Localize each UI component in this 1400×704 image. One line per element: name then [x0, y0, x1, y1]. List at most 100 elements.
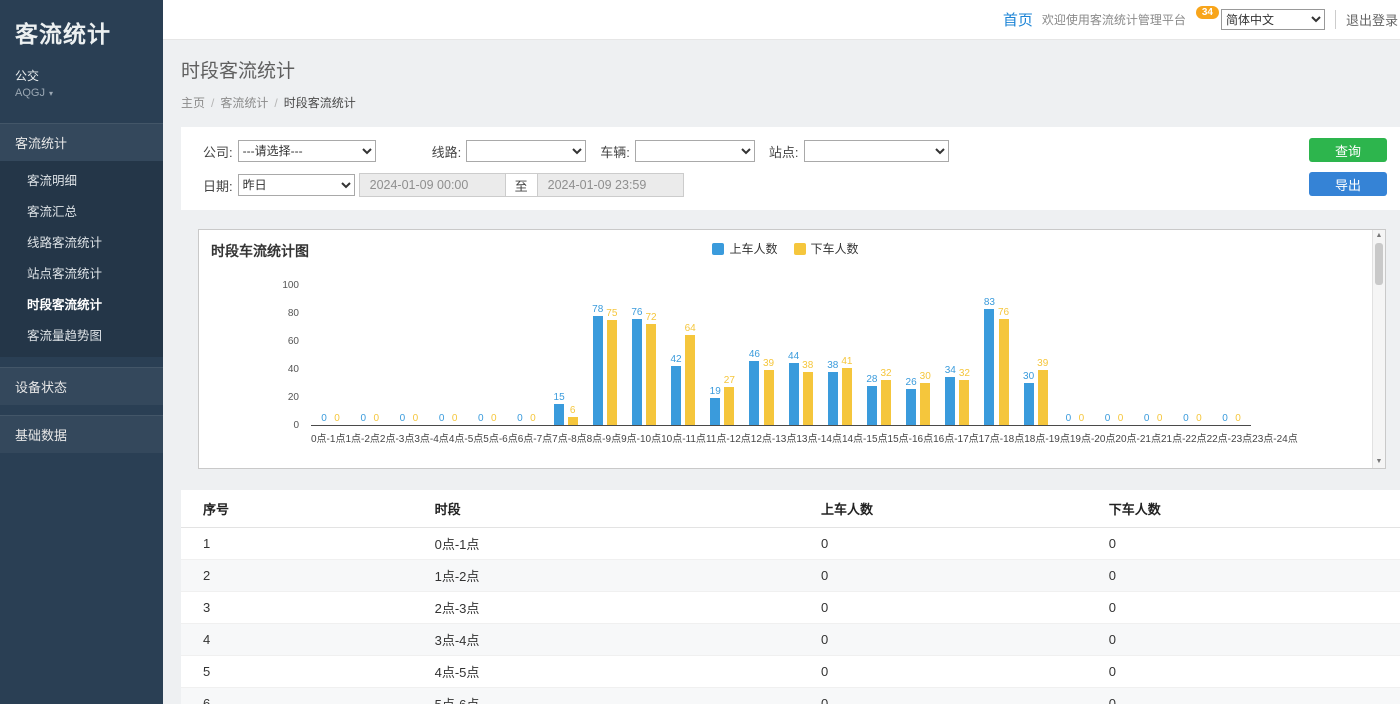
bar-wrap: 0 — [1233, 286, 1243, 425]
bar-group: 4264 — [664, 286, 703, 425]
x-tick: 4点-5点 — [449, 430, 483, 445]
bar — [593, 316, 603, 425]
x-tick-label: 0点-1点 — [311, 430, 345, 445]
chart-scrollbar[interactable]: ▲ ▼ — [1372, 230, 1385, 468]
bar — [959, 380, 969, 425]
line-select[interactable] — [466, 140, 586, 162]
bar — [906, 389, 916, 425]
bar-wrap: 0 — [332, 286, 342, 425]
table-cell: 0 — [799, 528, 1087, 560]
x-tick-label: 3点-4点 — [414, 430, 448, 445]
x-tick-label: 1点-2点 — [345, 430, 379, 445]
bar-group: 4639 — [742, 286, 781, 425]
bar-value-label: 19 — [710, 386, 721, 397]
table-column-header: 序号 — [181, 490, 413, 528]
vehicle-select[interactable] — [635, 140, 755, 162]
bar-value-label: 0 — [1079, 413, 1085, 424]
bar — [803, 372, 813, 425]
notification-badge[interactable]: 34 — [1196, 6, 1219, 19]
bar — [789, 363, 799, 425]
date-end-input[interactable] — [537, 173, 684, 197]
station-label: 站点: — [769, 142, 799, 161]
chart-plot: 0000000000001567875767242641927463944383… — [311, 286, 1251, 426]
x-tick: 20点-21点 — [1115, 430, 1161, 445]
y-tick-label: 40 — [288, 364, 299, 375]
legend-item[interactable]: 上车人数 — [712, 240, 777, 257]
table-cell: 0 — [799, 624, 1087, 656]
bar — [999, 319, 1009, 425]
sidebar-section[interactable]: 基础数据 — [0, 415, 163, 453]
table-cell: 2 — [181, 560, 413, 592]
x-tick: 13点-14点 — [796, 430, 842, 445]
bar-group: 3432 — [938, 286, 977, 425]
bar-wrap: 0 — [450, 286, 460, 425]
table-cell: 0 — [1087, 656, 1400, 688]
query-button[interactable]: 查询 — [1309, 138, 1387, 162]
home-link[interactable]: 首页 — [1003, 9, 1033, 30]
bar-group: 156 — [546, 286, 585, 425]
legend-swatch — [794, 243, 806, 255]
sidebar-item[interactable]: 客流量趋势图 — [0, 319, 163, 350]
scroll-up-icon[interactable]: ▲ — [1373, 230, 1385, 242]
bar-value-label: 0 — [413, 413, 419, 424]
bar-wrap: 0 — [1116, 286, 1126, 425]
table-cell: 0 — [1087, 560, 1400, 592]
bar-wrap: 32 — [959, 286, 970, 425]
x-tick: 18点-19点 — [1024, 430, 1070, 445]
bar-value-label: 76 — [998, 307, 1009, 318]
table-cell: 0 — [1087, 528, 1400, 560]
bar-wrap: 27 — [724, 286, 735, 425]
bar-value-label: 0 — [1066, 413, 1072, 424]
breadcrumb: 主页/客流统计/时段客流统计 — [181, 94, 1382, 127]
date-preset-select[interactable]: 昨日 — [238, 174, 355, 196]
breadcrumb-item[interactable]: 客流统计 — [220, 96, 268, 110]
user-menu[interactable]: AQGJ▾ — [0, 85, 163, 99]
bar-wrap: 38 — [827, 286, 838, 425]
company-select[interactable]: ---请选择--- — [238, 140, 376, 162]
scrollbar-thumb[interactable] — [1375, 243, 1383, 285]
x-tick-label: 17点-18点 — [979, 430, 1025, 445]
legend-label: 上车人数 — [729, 240, 777, 257]
data-table: 序号时段上车人数下车人数 10点-1点0021点-2点0032点-3点0043点… — [181, 490, 1400, 704]
scroll-down-icon[interactable]: ▼ — [1373, 456, 1385, 468]
bar-group: 00 — [311, 286, 350, 425]
bar-wrap: 0 — [1142, 286, 1152, 425]
station-select[interactable] — [804, 140, 949, 162]
sidebar-item[interactable]: 客流明细 — [0, 164, 163, 195]
logout-link[interactable]: 退出登录 — [1335, 10, 1398, 29]
bar-wrap: 75 — [606, 286, 617, 425]
x-tick: 19点-20点 — [1070, 430, 1116, 445]
export-button[interactable]: 导出 — [1309, 172, 1387, 196]
breadcrumb-item[interactable]: 主页 — [181, 96, 205, 110]
chart-panel: 时段车流统计图 上车人数下车人数 020406080100 0000000000… — [198, 229, 1386, 469]
sidebar-section[interactable]: 客流统计 — [0, 123, 163, 161]
page-head: 时段客流统计 主页/客流统计/时段客流统计 — [163, 40, 1400, 127]
user-name: AQGJ — [15, 87, 45, 99]
bar-wrap: 0 — [476, 286, 486, 425]
bar-wrap: 0 — [1063, 286, 1073, 425]
language-select[interactable]: 简体中文 — [1221, 9, 1325, 30]
sidebar-item[interactable]: 时段客流统计 — [0, 288, 163, 319]
x-tick-label: 10点-11点 — [661, 430, 706, 445]
legend-item[interactable]: 下车人数 — [794, 240, 859, 257]
x-tick: 10点-11点 — [661, 430, 706, 445]
sidebar-item[interactable]: 客流汇总 — [0, 195, 163, 226]
sidebar-menu: 客流统计客流明细客流汇总线路客流统计站点客流统计时段客流统计客流量趋势图设备状态… — [0, 123, 163, 453]
sidebar-item[interactable]: 站点客流统计 — [0, 257, 163, 288]
table-row: 32点-3点00 — [181, 592, 1400, 624]
table-cell: 0 — [1087, 688, 1400, 704]
x-tick-label: 19点-20点 — [1070, 430, 1116, 445]
table-cell: 4 — [181, 624, 413, 656]
sidebar-item[interactable]: 线路客流统计 — [0, 226, 163, 257]
bar-value-label: 26 — [906, 377, 917, 388]
x-tick: 2点-3点 — [380, 430, 414, 445]
x-tick: 11点-12点 — [706, 430, 751, 445]
table-cell: 3点-4点 — [413, 624, 799, 656]
sidebar-section[interactable]: 设备状态 — [0, 367, 163, 405]
bar-wrap: 32 — [880, 286, 891, 425]
date-start-input[interactable] — [359, 173, 506, 197]
bar-value-label: 28 — [866, 374, 877, 385]
bar-wrap: 46 — [749, 286, 760, 425]
table-cell: 1 — [181, 528, 413, 560]
bar-wrap: 0 — [1194, 286, 1204, 425]
